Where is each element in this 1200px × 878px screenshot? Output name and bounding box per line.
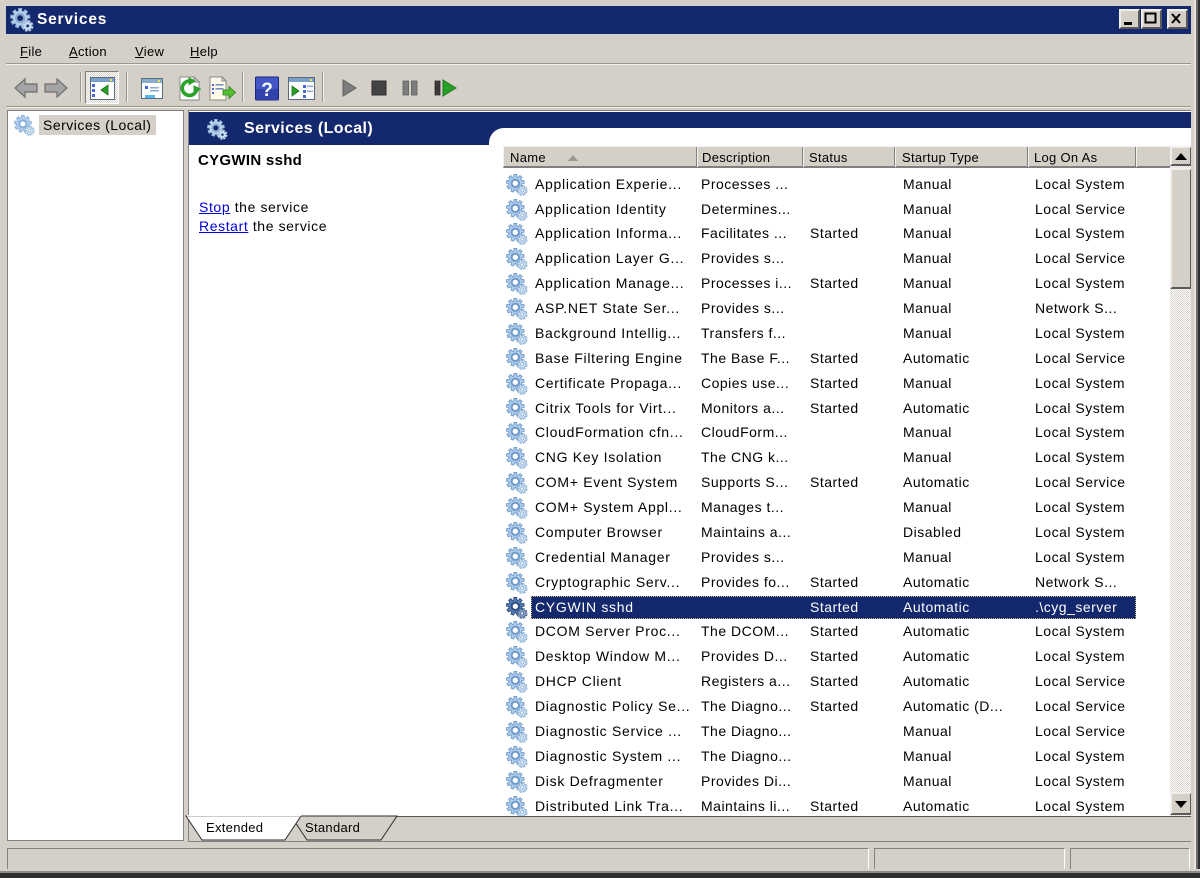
svg-text:?: ? [261, 80, 273, 101]
